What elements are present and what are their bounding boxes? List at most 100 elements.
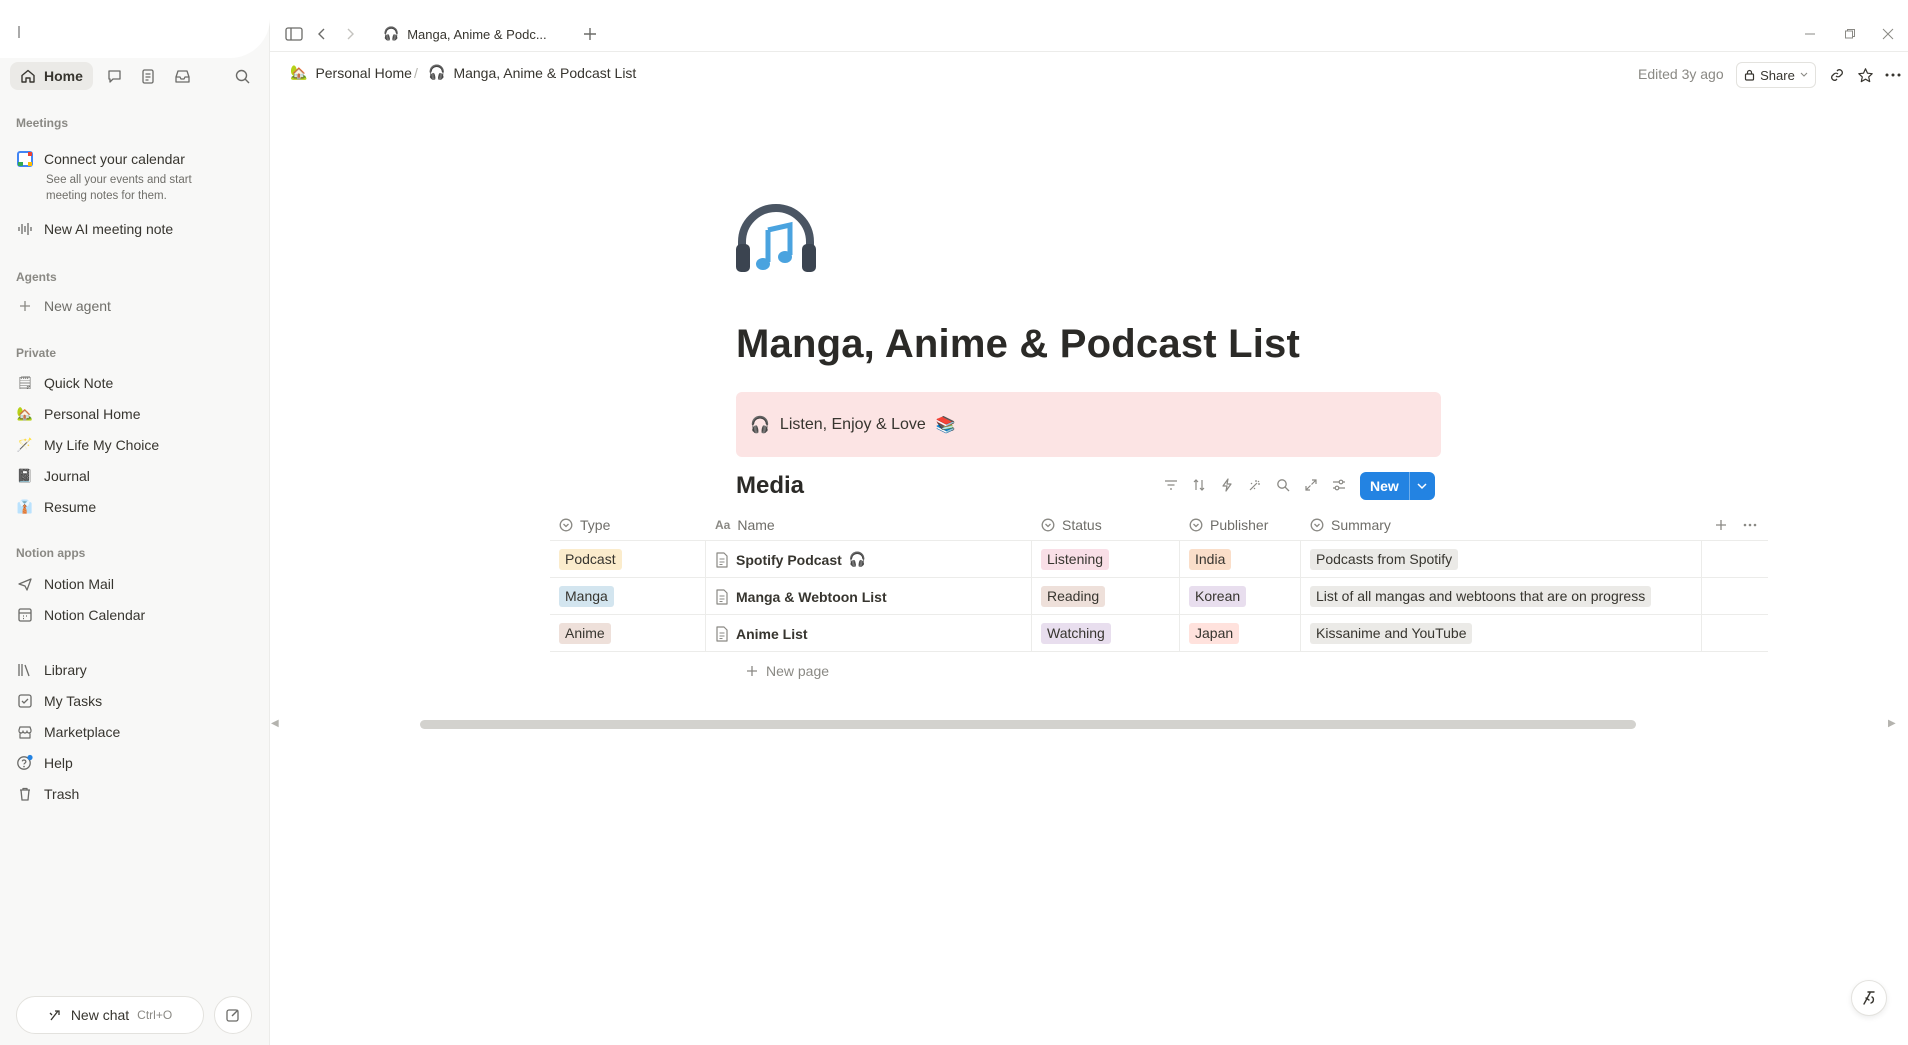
workspace-switcher[interactable] [0, 0, 270, 58]
expand-button[interactable] [1300, 474, 1322, 496]
sidebar-item-help[interactable]: Help [16, 751, 73, 775]
select-property-icon [559, 518, 573, 532]
back-button[interactable] [310, 22, 334, 46]
horizontal-scrollbar[interactable] [420, 720, 1636, 729]
sidebar-item-quick-note[interactable]: 🗒 Quick Note [16, 371, 114, 395]
tab-current-page[interactable]: 🎧 Manga, Anime & Podc... [373, 16, 573, 52]
scroll-left-arrow[interactable]: ◀ [271, 718, 279, 729]
select-property-icon [1041, 518, 1055, 532]
database-search-button[interactable] [1272, 474, 1294, 496]
ai-chat-icon [48, 1008, 63, 1023]
new-agent-item[interactable]: New agent [16, 294, 111, 318]
table-row[interactable]: Manga Manga & Webtoon List Reading Korea… [550, 578, 1768, 615]
connect-calendar-title: Connect your calendar [44, 151, 185, 167]
settings-button[interactable] [1328, 474, 1350, 496]
publisher-cell[interactable]: India [1180, 541, 1301, 578]
type-cell[interactable]: Manga [550, 578, 706, 615]
new-record-button[interactable]: New [1360, 472, 1435, 500]
headphones-icon: 🎧 [848, 551, 867, 567]
plus-icon [16, 297, 34, 315]
type-cell[interactable]: Anime [550, 615, 706, 652]
table-options-button[interactable] [1734, 509, 1757, 541]
name-cell[interactable]: Spotify Podcast 🎧 [706, 541, 1032, 578]
sidebar-item-notion-calendar[interactable]: Notion Calendar [16, 603, 145, 627]
home-icon [20, 68, 36, 84]
row-title[interactable]: Spotify Podcast 🎧 [715, 551, 866, 568]
name-cell[interactable]: Manga & Webtoon List [706, 578, 1032, 615]
sidebar-item-marketplace[interactable]: Marketplace [16, 720, 120, 744]
minimize-button[interactable] [1800, 24, 1820, 44]
sidebar-item-trash[interactable]: Trash [16, 782, 79, 806]
toggle-sidebar-button[interactable] [282, 22, 306, 46]
publisher-cell[interactable]: Japan [1180, 615, 1301, 652]
sidebar-item-my-tasks[interactable]: My Tasks [16, 689, 102, 713]
breadcrumb-current-page[interactable]: 🎧 Manga, Anime & Podcast List [428, 64, 636, 81]
automation-button[interactable] [1216, 474, 1238, 496]
compose-button[interactable] [214, 996, 252, 1034]
new-ai-meeting-item[interactable]: New AI meeting note [16, 217, 173, 241]
summary-cell[interactable]: List of all mangas and webtoons that are… [1301, 578, 1702, 615]
favorite-button[interactable] [1854, 64, 1876, 86]
sidebar-item-label: My Life My Choice [44, 437, 160, 453]
scroll-right-arrow[interactable]: ▶ [1888, 718, 1896, 729]
private-heading: Private [16, 346, 57, 360]
column-header-name[interactable]: Aa Name [706, 509, 1032, 541]
title-property-icon: Aa [715, 518, 731, 532]
new-tab-button[interactable] [578, 22, 602, 46]
filter-button[interactable] [1160, 474, 1182, 496]
status-cell[interactable]: Reading [1032, 578, 1180, 615]
home-button[interactable]: Home [10, 62, 93, 90]
ai-assistant-button[interactable] [1851, 980, 1887, 1016]
sidebar-item-label: Trash [44, 786, 80, 802]
sidebar-item-resume[interactable]: 👔 Resume [16, 495, 96, 519]
column-header-type[interactable]: Type [550, 509, 706, 541]
status-cell[interactable]: Watching [1032, 615, 1180, 652]
row-title[interactable]: Anime List [715, 626, 808, 642]
search-button[interactable] [230, 64, 254, 88]
copy-link-button[interactable] [1826, 64, 1848, 86]
sidebar-item-journal[interactable]: 📓 Journal [16, 464, 90, 488]
summary-cell[interactable]: Kissanime and YouTube [1301, 615, 1702, 652]
close-window-button[interactable] [1878, 24, 1898, 44]
sort-button[interactable] [1188, 474, 1210, 496]
summary-cell[interactable]: Podcasts from Spotify [1301, 541, 1702, 578]
new-dropdown-button[interactable] [1408, 472, 1435, 500]
publisher-cell[interactable]: Korean [1180, 578, 1301, 615]
sidebar-item-library[interactable]: Library [16, 658, 87, 682]
table-row[interactable]: Anime Anime List Watching Japan Kissanim… [550, 615, 1768, 652]
name-cell[interactable]: Anime List [706, 615, 1032, 652]
column-header-publisher[interactable]: Publisher [1180, 509, 1301, 541]
sidebar-item-my-life-my-choice[interactable]: 🪄 My Life My Choice [16, 433, 159, 457]
page-icon-headphones[interactable] [732, 198, 820, 286]
column-header-summary[interactable]: Summary [1301, 509, 1702, 541]
breadcrumb-personal-home[interactable]: 🏡 Personal Home [290, 64, 412, 81]
callout-block[interactable]: 🎧 Listen, Enjoy & Love 📚 [736, 392, 1441, 457]
new-chat-button[interactable]: New chat Ctrl+O [16, 996, 204, 1034]
type-tag: Podcast [559, 549, 622, 570]
row-title[interactable]: Manga & Webtoon List [715, 589, 887, 605]
type-cell[interactable]: Podcast [550, 541, 706, 578]
table-row[interactable]: Podcast Spotify Podcast 🎧 Listening Indi… [550, 541, 1768, 578]
meeting-notes-button[interactable] [137, 64, 161, 88]
database-title[interactable]: Media [736, 472, 804, 500]
connect-calendar-item[interactable]: Connect your calendar [16, 147, 185, 171]
sidebar-item-notion-mail[interactable]: Notion Mail [16, 572, 114, 596]
chat-button[interactable] [103, 64, 127, 88]
more-options-button[interactable] [1882, 64, 1904, 86]
new-label[interactable]: New [1360, 472, 1409, 500]
restore-button[interactable] [1840, 24, 1860, 44]
meetings-heading: Meetings [16, 116, 69, 130]
ai-autofill-button[interactable] [1244, 474, 1266, 496]
status-cell[interactable]: Listening [1032, 541, 1180, 578]
column-header-status[interactable]: Status [1032, 509, 1180, 541]
inbox-button[interactable] [171, 64, 195, 88]
share-button[interactable]: Share [1736, 62, 1816, 88]
summary-tag: List of all mangas and webtoons that are… [1310, 586, 1652, 607]
new-page-button[interactable]: New page [746, 663, 829, 679]
chevron-right-icon [344, 27, 356, 41]
add-property-button[interactable] [1706, 509, 1727, 541]
restore-icon [1844, 28, 1856, 40]
page-title[interactable]: Manga, Anime & Podcast List [736, 322, 1300, 367]
sidebar-item-personal-home[interactable]: 🏡 Personal Home [16, 402, 141, 426]
forward-button[interactable] [338, 22, 362, 46]
